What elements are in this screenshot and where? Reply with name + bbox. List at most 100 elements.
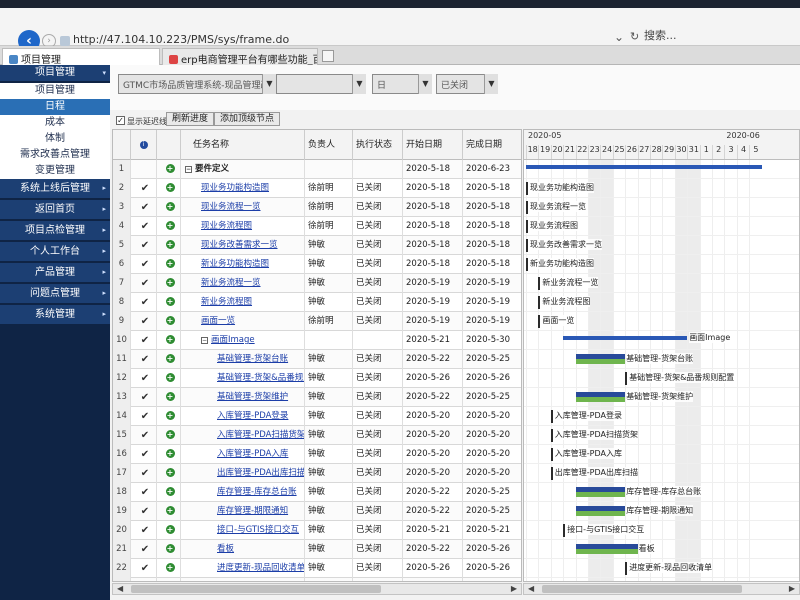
gantt-milestone[interactable] bbox=[526, 239, 528, 252]
table-row[interactable]: 20 ✔ + 接口-与GTIS接口交互 钟敏 已关闭 2020-5-21 2020-5-21 bbox=[113, 521, 521, 540]
reload-icon[interactable]: ↻ bbox=[630, 30, 639, 43]
gantt-milestone[interactable] bbox=[550, 448, 553, 461]
table-row[interactable]: 10 ✔ + − 画面Image 2020-5-21 2020-5-30 bbox=[113, 331, 521, 350]
add-subtask-icon[interactable]: + bbox=[165, 297, 175, 306]
gantt-task-bar[interactable] bbox=[575, 487, 626, 497]
show-delay-checkbox[interactable]: ✓ bbox=[116, 116, 125, 125]
table-row[interactable]: 18 ✔ + 库存管理-库存总台账 钟敏 已关闭 2020-5-22 2020-5-25 bbox=[113, 483, 521, 502]
table-row[interactable]: 4 ✔ + 现业务流程图 徐前明 已关闭 2020-5-18 2020-5-18 bbox=[113, 217, 521, 236]
add-cell[interactable]: + bbox=[157, 521, 181, 540]
task-name[interactable]: 入库管理-PDA登录 bbox=[181, 407, 305, 426]
gantt-task-bar[interactable] bbox=[575, 354, 626, 364]
task-name[interactable]: 库存管理-期限通知 bbox=[181, 502, 305, 521]
table-row[interactable]: 17 ✔ + 出库管理-PDA出库扫描 钟敏 已关闭 2020-5-20 2020-5-20 bbox=[113, 464, 521, 483]
gantt-milestone[interactable] bbox=[526, 201, 528, 214]
add-cell[interactable]: + bbox=[157, 502, 181, 521]
tab-erp-search[interactable]: erp电商管理平台有哪些功能_百... bbox=[162, 48, 318, 65]
gantt-milestone[interactable] bbox=[550, 467, 553, 480]
add-cell[interactable]: + bbox=[157, 369, 181, 388]
task-name[interactable]: 新业务流程一览 bbox=[181, 274, 305, 293]
task-name[interactable]: 基础管理-货架台账 bbox=[181, 350, 305, 369]
table-row[interactable]: 22 ✔ + 进度更新-现品回收清单 钟敏 已关闭 2020-5-26 2020-5-26 bbox=[113, 559, 521, 578]
sidebar-item-project-management[interactable]: 项目管理 ▾ bbox=[0, 65, 110, 83]
task-name[interactable]: 基础管理-货架维护 bbox=[181, 388, 305, 407]
col-start-date[interactable]: 开始日期 bbox=[403, 130, 463, 160]
gantt-milestone[interactable] bbox=[550, 410, 553, 423]
add-cell[interactable]: + bbox=[157, 445, 181, 464]
chevron-down-icon[interactable]: ▼ bbox=[484, 74, 498, 94]
table-row[interactable]: 23✔+进度更新-一次解析清单钟敏已关闭2020-5-262020-5-26 bbox=[113, 578, 521, 581]
task-name[interactable]: 现业务流程一览 bbox=[181, 198, 305, 217]
task-name[interactable]: 新业务流程图 bbox=[181, 293, 305, 312]
scroll-left-icon[interactable]: ◀ bbox=[117, 584, 123, 594]
add-cell[interactable]: + bbox=[157, 464, 181, 483]
task-name[interactable]: 基础管理-货架&品番规则配 bbox=[181, 369, 305, 388]
task-name[interactable]: 库存管理-库存总台账 bbox=[181, 483, 305, 502]
sidebar-subitem[interactable]: 变更管理 bbox=[0, 163, 110, 179]
dropdown-arrow-icon[interactable]: ⌄ bbox=[614, 30, 624, 44]
sidebar-subitem[interactable]: 需求改善点管理 bbox=[0, 147, 110, 163]
sidebar-item[interactable]: 系统管理 ▸ bbox=[0, 305, 110, 326]
table-row[interactable]: 9 ✔ + 画面一览 徐前明 已关闭 2020-5-19 2020-5-19 bbox=[113, 312, 521, 331]
add-cell[interactable]: + bbox=[157, 293, 181, 312]
task-name[interactable]: 接口-与GTIS接口交互 bbox=[181, 521, 305, 540]
add-cell[interactable]: + bbox=[157, 179, 181, 198]
add-cell[interactable]: + bbox=[157, 217, 181, 236]
collapse-icon[interactable]: − bbox=[185, 166, 192, 173]
collapse-icon[interactable]: − bbox=[201, 337, 208, 344]
tab-project-management[interactable]: 项目管理 bbox=[2, 48, 160, 65]
sidebar-item[interactable]: 产品管理 ▸ bbox=[0, 263, 110, 284]
table-row[interactable]: 15 ✔ + 入库管理-PDA扫描货架 钟敏 已关闭 2020-5-20 2020-5-20 bbox=[113, 426, 521, 445]
scroll-thumb[interactable] bbox=[542, 585, 742, 593]
sidebar-subitem[interactable]: 项目管理 bbox=[0, 83, 110, 99]
add-subtask-icon[interactable]: + bbox=[165, 202, 175, 211]
table-row[interactable]: 12✔+基础管理-货架&品番规则配钟敏已关闭2020-5-262020-5-26 bbox=[113, 369, 521, 388]
chevron-down-icon[interactable]: ▼ bbox=[418, 74, 432, 94]
add-subtask-icon[interactable]: + bbox=[165, 183, 175, 192]
sidebar-item[interactable]: 返回首页 ▸ bbox=[0, 200, 110, 221]
table-row[interactable]: 7 ✔ + 新业务流程一览 钟敏 已关闭 2020-5-19 2020-5-19 bbox=[113, 274, 521, 293]
add-subtask-icon[interactable]: + bbox=[165, 506, 175, 515]
add-cell[interactable]: + bbox=[157, 426, 181, 445]
table-row[interactable]: 16 ✔ + 入库管理-PDA入库 钟敏 已关闭 2020-5-20 2020-5-20 bbox=[113, 445, 521, 464]
task-name[interactable]: 入库管理-PDA扫描货架 bbox=[181, 426, 305, 445]
add-cell[interactable]: + bbox=[157, 160, 181, 179]
table-row[interactable]: 14 ✔ + 入库管理-PDA登录 钟敏 已关闭 2020-5-20 2020-5-20 bbox=[113, 407, 521, 426]
gantt-horizontal-scrollbar[interactable]: ◀ ▶ bbox=[523, 583, 800, 595]
sidebar-item[interactable]: 项目点检管理 ▸ bbox=[0, 221, 110, 242]
add-subtask-icon[interactable]: + bbox=[165, 164, 175, 173]
add-subtask-icon[interactable]: + bbox=[165, 468, 175, 477]
table-row[interactable]: 19 ✔ + 库存管理-期限通知 钟敏 已关闭 2020-5-22 2020-5-25 bbox=[113, 502, 521, 521]
add-cell[interactable]: + bbox=[157, 388, 181, 407]
search-input[interactable]: 搜索... bbox=[640, 26, 800, 44]
add-cell[interactable]: + bbox=[157, 540, 181, 559]
gantt-milestone[interactable] bbox=[563, 524, 566, 537]
new-tab-button[interactable] bbox=[322, 50, 334, 62]
sidebar-subitem[interactable]: 成本 bbox=[0, 115, 110, 131]
add-cell[interactable]: + bbox=[157, 312, 181, 331]
add-cell[interactable]: + bbox=[157, 350, 181, 369]
add-cell[interactable]: + bbox=[157, 274, 181, 293]
sidebar-subitem[interactable]: 体制 bbox=[0, 131, 110, 147]
task-name[interactable]: 现业务功能构造图 bbox=[181, 179, 305, 198]
task-name[interactable]: 现业务流程图 bbox=[181, 217, 305, 236]
gantt-milestone[interactable] bbox=[526, 220, 528, 233]
gantt-summary-bar[interactable] bbox=[526, 165, 762, 169]
chevron-down-icon[interactable]: ▼ bbox=[262, 74, 276, 94]
task-name[interactable]: 看板 bbox=[181, 540, 305, 559]
add-subtask-icon[interactable]: + bbox=[165, 430, 175, 439]
add-subtask-icon[interactable]: + bbox=[165, 316, 175, 325]
scroll-left-icon[interactable]: ◀ bbox=[528, 584, 534, 594]
add-cell[interactable]: + bbox=[157, 255, 181, 274]
col-status[interactable]: 执行状态 bbox=[353, 130, 403, 160]
add-subtask-icon[interactable]: + bbox=[165, 354, 175, 363]
add-subtask-icon[interactable]: + bbox=[165, 544, 175, 553]
table-row[interactable]: 11 ✔ + 基础管理-货架台账 钟敏 已关闭 2020-5-22 2020-5-25 bbox=[113, 350, 521, 369]
table-row[interactable]: 13 ✔ + 基础管理-货架维护 钟敏 已关闭 2020-5-22 2020-5-25 bbox=[113, 388, 521, 407]
add-subtask-icon[interactable]: + bbox=[165, 259, 175, 268]
grid-horizontal-scrollbar[interactable]: ◀ ▶ bbox=[112, 583, 522, 595]
add-top-node-button[interactable]: 添加顶级节点 bbox=[214, 112, 281, 126]
sidebar-item[interactable]: 系统上线后管理 ▸ bbox=[0, 179, 110, 200]
task-name[interactable]: − 画面Image bbox=[181, 331, 305, 350]
gantt-milestone[interactable] bbox=[538, 277, 541, 290]
